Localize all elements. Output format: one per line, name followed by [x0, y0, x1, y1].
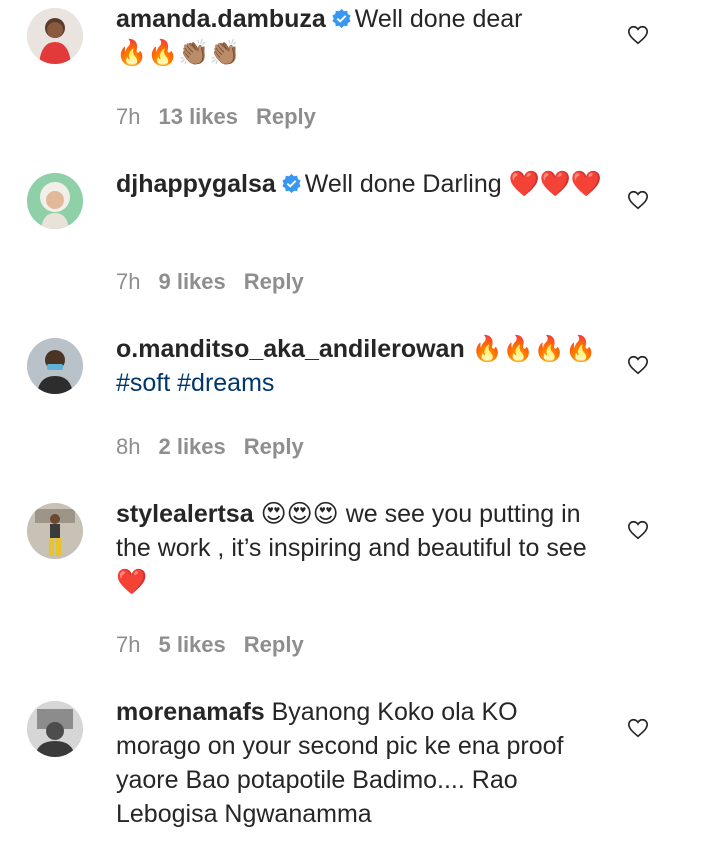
username[interactable]: o.manditso_aka_andilerowan — [116, 335, 465, 363]
comment-text: amanda.dambuza Well done dear 🔥🔥👏🏽👏🏽 — [116, 2, 606, 70]
hashtags[interactable]: #soft #dreams — [116, 369, 274, 397]
verified-badge-icon — [332, 9, 351, 28]
reply-button[interactable]: Reply — [244, 632, 304, 657]
reply-button[interactable]: Reply — [244, 434, 304, 459]
likes-count[interactable]: 9 likes — [158, 269, 225, 294]
username[interactable]: stylealertsa — [116, 500, 254, 528]
comment-text: o.manditso_aka_andilerowan 🔥🔥🔥🔥 #soft #dr… — [116, 332, 606, 400]
avatar[interactable] — [27, 8, 83, 64]
emoji: 😍😍😍 — [260, 500, 339, 528]
heart-outline-icon[interactable] — [627, 24, 649, 46]
avatar[interactable] — [27, 503, 83, 559]
emoji: 🔥🔥🔥🔥 — [471, 335, 597, 363]
likes-count[interactable]: 5 likes — [158, 632, 225, 657]
timestamp: 7h — [116, 104, 141, 129]
comment-text: stylealertsa 😍😍😍 we see you putting in t… — [116, 497, 606, 599]
timestamp: 7h — [116, 269, 141, 294]
reply-button[interactable]: Reply — [244, 269, 304, 294]
comment-meta: 7h 13 likes Reply — [116, 104, 334, 130]
username[interactable]: djhappygalsa — [116, 170, 276, 198]
reply-button[interactable]: Reply — [256, 104, 316, 129]
comment-body: Well done dear — [354, 5, 523, 33]
emoji: ❤️ — [116, 568, 148, 596]
comment-meta: 8h 2 likes Reply — [116, 434, 322, 460]
heart-outline-icon[interactable] — [627, 189, 649, 211]
heart-outline-icon[interactable] — [627, 519, 649, 541]
comment-meta: 7h 5 likes Reply — [116, 632, 322, 658]
heart-outline-icon[interactable] — [627, 717, 649, 739]
avatar[interactable] — [27, 701, 83, 757]
likes-count[interactable]: 2 likes — [158, 434, 225, 459]
comment-meta: 7h 9 likes Reply — [116, 269, 322, 295]
heart-outline-icon[interactable] — [627, 354, 649, 376]
emoji: ❤️❤️❤️ — [508, 170, 602, 198]
avatar[interactable] — [27, 338, 83, 394]
username[interactable]: amanda.dambuza — [116, 5, 326, 33]
likes-count[interactable]: 13 likes — [158, 104, 238, 129]
username[interactable]: morenamafs — [116, 698, 265, 726]
timestamp: 7h — [116, 632, 141, 657]
comment-text: morenamafs Byanong Koko ola KO morago on… — [116, 695, 606, 831]
comment-body: Well done Darling — [304, 170, 502, 198]
verified-badge-icon — [282, 174, 301, 193]
emoji: 🔥🔥👏🏽👏🏽 — [116, 39, 241, 67]
timestamp: 8h — [116, 434, 141, 459]
comment-text: djhappygalsa Well done Darling ❤️❤️❤️ — [116, 167, 606, 201]
avatar[interactable] — [27, 173, 83, 229]
